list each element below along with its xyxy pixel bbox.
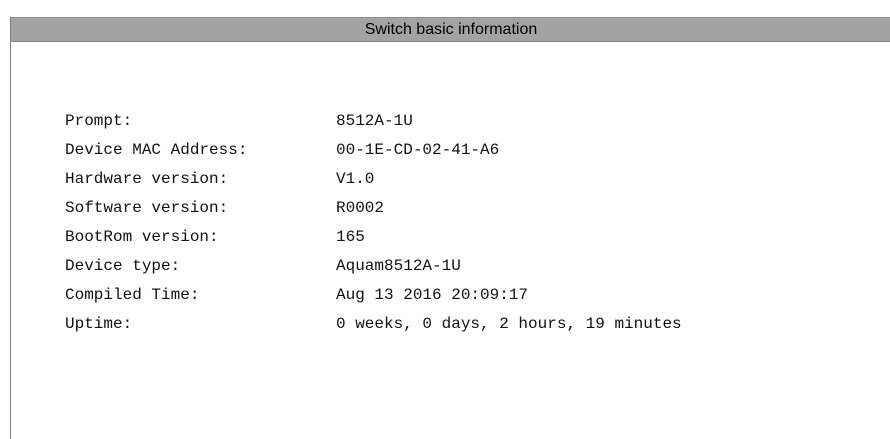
info-label: Hardware version: (65, 170, 229, 188)
info-label: Device type: (65, 257, 181, 275)
info-row-device-type: Device type: Aquam8512A-1U (65, 255, 461, 284)
info-value: V1.0 (336, 170, 375, 188)
info-label: BootRom version: (65, 228, 219, 246)
info-value: 00-1E-CD-02-41-A6 (336, 141, 500, 159)
info-value: R0002 (336, 199, 385, 217)
info-label: Device MAC Address: (65, 141, 248, 159)
info-label: Uptime: (65, 315, 133, 333)
info-label: Software version: (65, 199, 229, 217)
info-value: Aug 13 2016 20:09:17 (336, 286, 529, 304)
info-value: Aquam8512A-1U (336, 257, 461, 275)
info-value: 0 weeks, 0 days, 2 hours, 19 minutes (336, 315, 682, 333)
info-value: 8512A-1U (336, 112, 413, 130)
info-row-mac-address: Device MAC Address: 00-1E-CD-02-41-A6 (65, 139, 499, 168)
info-row-prompt: Prompt: 8512A-1U (65, 110, 413, 139)
info-label: Prompt: (65, 112, 133, 130)
info-list: Prompt: 8512A-1U Device MAC Address: 00-… (65, 110, 682, 342)
info-row-hardware-version: Hardware version: V1.0 (65, 168, 374, 197)
info-row-uptime: Uptime: 0 weeks, 0 days, 2 hours, 19 min… (65, 313, 682, 342)
info-row-compiled-time: Compiled Time: Aug 13 2016 20:09:17 (65, 284, 528, 313)
info-row-software-version: Software version: R0002 (65, 197, 384, 226)
switch-info-panel: Switch basic information Prompt: 8512A-1… (10, 17, 890, 439)
panel-title: Switch basic information (11, 17, 890, 42)
info-row-bootrom-version: BootRom version: 165 (65, 226, 365, 255)
info-label: Compiled Time: (65, 286, 200, 304)
info-value: 165 (336, 228, 365, 246)
